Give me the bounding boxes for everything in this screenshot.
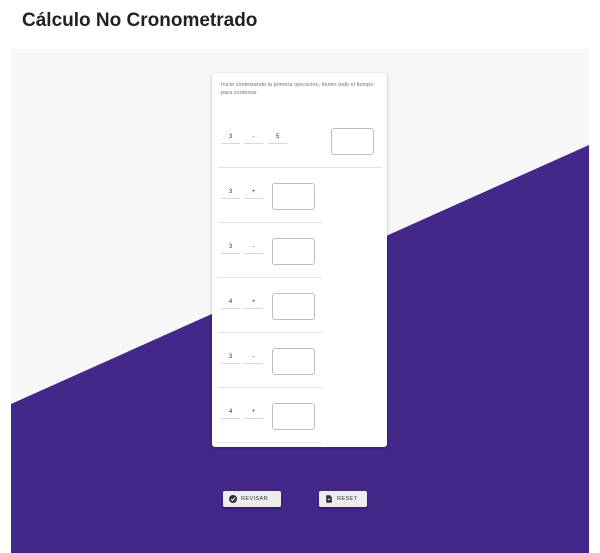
operation-row: 3 - [212, 333, 387, 388]
document-icon [325, 495, 333, 503]
operation-row: 3 + [212, 168, 387, 223]
answer-input[interactable] [272, 403, 315, 430]
operand-b: 5 [268, 130, 287, 144]
operand-a: 3 [221, 185, 240, 199]
answer-input[interactable] [272, 238, 315, 265]
review-button-label: REVISAR [241, 496, 268, 502]
answer-input[interactable] [331, 128, 374, 155]
operation-row: 3 - 5 [212, 113, 387, 168]
operation-row: 4 + [212, 388, 387, 443]
page-title: Cálculo No Cronometrado [22, 10, 258, 31]
operand-a: 3 [221, 130, 240, 144]
answer-input[interactable] [272, 183, 315, 210]
operand-a: 4 [221, 295, 240, 309]
review-button[interactable]: REVISAR [223, 491, 281, 507]
answer-input[interactable] [272, 348, 315, 375]
operator: + [244, 405, 263, 419]
main-stage: Inicie contestando la primera operación,… [11, 49, 589, 553]
reset-button-label: RESET [337, 496, 358, 502]
operand-a: 3 [221, 240, 240, 254]
answer-input[interactable] [272, 293, 315, 320]
operand-a: 4 [221, 405, 240, 419]
reset-button[interactable]: RESET [319, 491, 367, 507]
operator: - [244, 350, 263, 364]
instruction-text: Inicie contestando la primera operación,… [221, 82, 374, 96]
operations-card: Inicie contestando la primera operación,… [212, 73, 387, 447]
operation-row: 3 - [212, 223, 387, 278]
check-circle-icon [229, 495, 237, 503]
operator: - [244, 130, 263, 144]
row-divider [218, 442, 322, 443]
operator: + [244, 295, 263, 309]
operator: - [244, 240, 263, 254]
operation-row: 4 + [212, 278, 387, 333]
operand-a: 3 [221, 350, 240, 364]
operator: + [244, 185, 263, 199]
